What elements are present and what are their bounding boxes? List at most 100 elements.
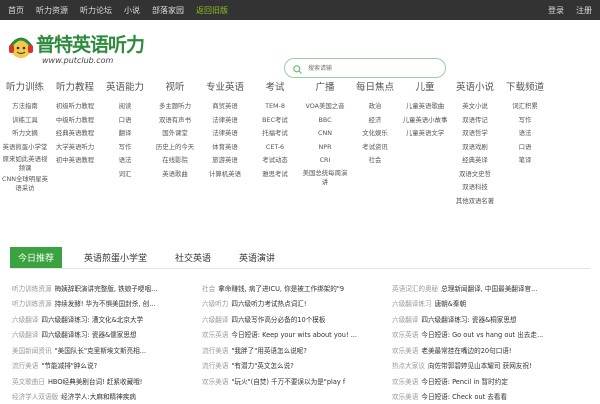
news-category[interactable]: 热点大家议 <box>392 362 425 370</box>
tab-social-english[interactable]: 社交英语 <box>175 251 211 264</box>
news-item[interactable]: 六级翻译四六级翻译练习: 瓷器&儒家思想 <box>12 329 202 339</box>
news-item[interactable]: 听力训练资源梅姨辞职演讲完整版, 铁娘子哽咽... <box>12 283 202 293</box>
news-title[interactable]: "美国队长"克里斯埃文斯亮相... <box>55 347 146 355</box>
news-item[interactable]: 英文歌曲日HBO经典美剧台词! 赶紧收藏哦! <box>12 376 202 386</box>
nav-item[interactable]: 经典英译 <box>450 154 500 168</box>
news-item[interactable]: 流行美语"节能减排"肿么说? <box>12 360 202 370</box>
news-category[interactable]: 社会 <box>202 285 215 293</box>
nav-item[interactable]: 阅读 <box>100 100 150 114</box>
news-category[interactable]: 英语词汇的奥秘 <box>392 285 438 293</box>
news-title[interactable]: 老美最常挂在嘴边的20句口语! <box>421 347 511 355</box>
nav-item[interactable]: 双语哲学 <box>450 127 500 141</box>
news-item[interactable]: 六级翻译四六级翻译练习: 漕文化&北京大学 <box>12 314 202 324</box>
nav-item[interactable]: 翻译 <box>100 127 150 141</box>
search-icon[interactable] <box>293 59 302 78</box>
nav-item[interactable]: 经济 <box>350 114 400 128</box>
nav-item[interactable]: 政治 <box>350 100 400 114</box>
news-title[interactable]: "节能减排"肿么说? <box>41 362 97 370</box>
nav-item[interactable]: 初中英语教程 <box>50 154 100 168</box>
news-item[interactable]: 美国新闻资讯"美国队长"克里斯埃文斯亮相... <box>12 345 202 355</box>
nav-head[interactable]: 下载频道 <box>500 80 550 96</box>
nav-head[interactable]: 儿童 <box>400 80 450 96</box>
nav-item[interactable]: CET-6 <box>250 141 300 155</box>
nav-item[interactable]: 在线影院 <box>150 154 200 168</box>
nav-item[interactable]: 美国总统每周演讲 <box>300 168 350 188</box>
top-link-community[interactable]: 部落家园 <box>152 5 184 16</box>
news-category[interactable]: 欢乐美语 <box>392 393 418 401</box>
nav-item[interactable]: CRI <box>300 154 350 168</box>
news-title[interactable]: HBO经典美剧台词! 赶紧收藏哦! <box>48 378 142 386</box>
nav-item[interactable]: 英语歌曲 <box>150 168 200 182</box>
news-title[interactable]: 四六级翻译练习: 瓷器&桐家思想 <box>421 316 516 324</box>
nav-item[interactable]: 其他双语名著 <box>450 195 500 209</box>
nav-item[interactable]: 双语戏剧 <box>450 141 500 155</box>
news-item[interactable]: 六级翻译练习唐朝&秦朝 <box>392 298 582 308</box>
nav-item[interactable]: 经典英语教程 <box>50 127 100 141</box>
nav-item[interactable]: 考试动态 <box>250 154 300 168</box>
top-link-forum[interactable]: 听力论坛 <box>80 5 112 16</box>
nav-item[interactable]: 多主题听力 <box>150 100 200 114</box>
news-category[interactable]: 经济学人双语版 <box>12 393 58 401</box>
nav-item[interactable]: 口语 <box>100 114 150 128</box>
nav-item[interactable]: 写作 <box>100 141 150 155</box>
nav-item[interactable]: 儿童英语歌曲 <box>400 100 450 114</box>
news-title[interactable]: 四六级翻译练习: 漕文化&北京大学 <box>41 316 143 324</box>
tab-english-speech[interactable]: 英语演讲 <box>239 251 275 264</box>
site-logo[interactable]: 普特英语听力 www.putclub.com <box>8 30 148 70</box>
news-title[interactable]: 今日短语: Check out 去看看 <box>421 393 507 401</box>
news-category[interactable]: 听力训练资源 <box>12 285 52 293</box>
nav-item[interactable]: 词汇 <box>100 168 150 182</box>
nav-head[interactable]: 英语小说 <box>450 80 500 96</box>
nav-item[interactable]: 法律英语 <box>200 114 250 128</box>
news-item[interactable]: 热点大家议向佐带郭碧婷见山本耀司 获网友祝! <box>392 360 582 370</box>
nav-head[interactable]: 广播 <box>300 80 350 96</box>
nav-item[interactable]: 中级听力教程 <box>50 114 100 128</box>
nav-item[interactable]: 笔译 <box>500 154 550 168</box>
nav-item[interactable]: 写作 <box>500 114 550 128</box>
news-title[interactable]: 拿命赚钱, 病了进ICU, 你是被工作绑架的"9 <box>218 285 344 293</box>
nav-item[interactable]: 方法指南 <box>0 100 50 114</box>
news-category[interactable]: 六级翻译 <box>392 316 418 324</box>
news-item[interactable]: 六级翻译四六级写作高分必备的10个模板 <box>202 314 392 324</box>
news-category[interactable]: 欢乐美语 <box>392 378 418 386</box>
news-category[interactable]: 美国新闻资讯 <box>12 347 52 355</box>
search-box[interactable] <box>284 58 446 78</box>
top-link-old-version[interactable]: 返回旧版 <box>196 5 228 16</box>
nav-item[interactable]: TEM-8 <box>250 100 300 114</box>
nav-item[interactable]: 商贸英语 <box>200 100 250 114</box>
tab-english-school[interactable]: 英语煎蛋小学堂 <box>84 251 147 264</box>
news-item[interactable]: 六级翻译四六级翻译练习: 瓷器&桐家思想 <box>392 314 582 324</box>
news-title[interactable]: "有潜力"英文怎么说? <box>231 362 293 370</box>
nav-item[interactable]: CNN <box>300 127 350 141</box>
nav-head[interactable]: 听力训练 <box>0 80 50 96</box>
news-item[interactable]: 英语词汇的奥秘总理新闻翻译, 中国最美翻译官... <box>392 283 582 293</box>
news-category[interactable]: 欢乐美语 <box>202 378 228 386</box>
news-title[interactable]: "玩火"(自焚) 千万不要误以为是"play f <box>231 378 345 386</box>
news-title[interactable]: 四六级翻译练习: 瓷器&儒家思想 <box>41 331 136 339</box>
news-title[interactable]: 四六级写作高分必备的10个模板 <box>231 316 325 324</box>
news-item[interactable]: 流行美语"我胖了"用英语怎么说呢? <box>202 345 392 355</box>
nav-item[interactable]: NPR <box>300 141 350 155</box>
nav-item[interactable]: 儿童英语小故事 <box>400 114 450 128</box>
news-title[interactable]: 向佐带郭碧婷见山本耀司 获网友祝! <box>428 362 532 370</box>
news-item[interactable]: 欢乐美语今日短语: Pencil in 暂时约定 <box>392 376 582 386</box>
news-category[interactable]: 六级翻译 <box>202 316 228 324</box>
top-link-home[interactable]: 首页 <box>8 5 24 16</box>
news-category[interactable]: 流行美语 <box>202 362 228 370</box>
nav-item[interactable]: 雅思考试 <box>250 168 300 182</box>
news-category[interactable]: 流行美语 <box>12 362 38 370</box>
news-item[interactable]: 欢乐美语老美最常挂在嘴边的20句口语! <box>392 345 582 355</box>
news-item[interactable]: 听力训练资源持续发酵! 华为不惧美国封杀, 创... <box>12 298 202 308</box>
news-title[interactable]: 梅姨辞职演讲完整版, 铁娘子哽咽... <box>55 285 158 293</box>
news-item[interactable]: 社会拿命赚钱, 病了进ICU, 你是被工作绑架的"9 <box>202 283 392 293</box>
nav-item[interactable]: VOA美国之音 <box>300 100 350 114</box>
nav-item[interactable]: 旅游英语 <box>200 154 250 168</box>
news-title[interactable]: 今日短语: Go out vs hang out 出去走... <box>421 331 543 339</box>
nav-head[interactable]: 英语能力 <box>100 80 150 96</box>
nav-item[interactable]: 双语有声书 <box>150 114 200 128</box>
news-title[interactable]: 唐朝&秦朝 <box>435 300 467 308</box>
news-item[interactable]: 欢乐英语今日短语: Keep your wits about you! ... <box>202 329 392 339</box>
nav-item[interactable]: 语法 <box>500 127 550 141</box>
nav-item[interactable]: 语法 <box>100 154 150 168</box>
top-link-resources[interactable]: 听力资源 <box>36 5 68 16</box>
